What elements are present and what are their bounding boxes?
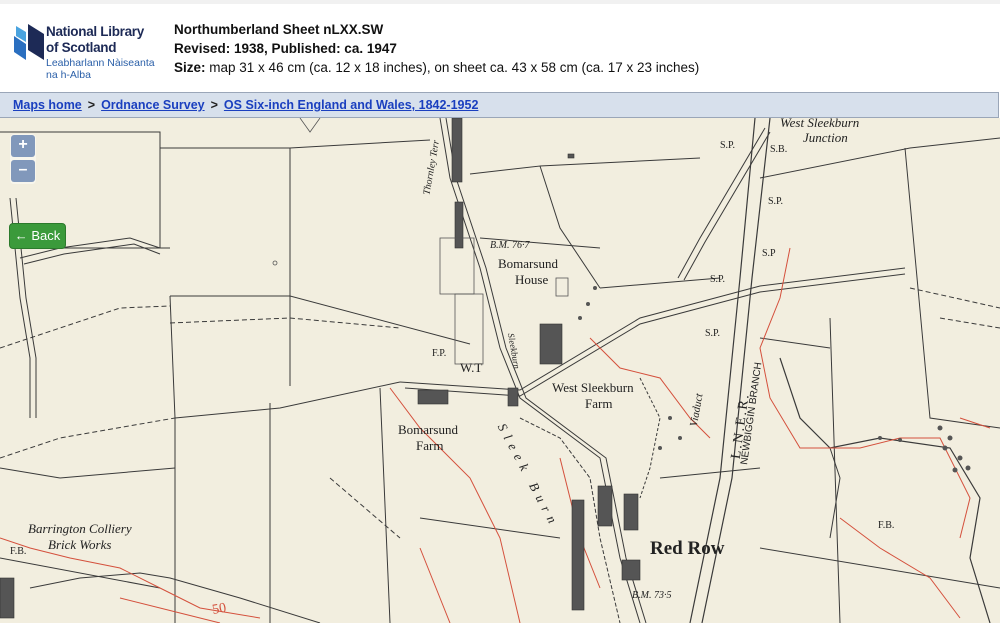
label-bm-73-5: B.M. 73·5: [632, 590, 672, 601]
label-barrington-colliery: Barrington Colliery: [28, 521, 132, 536]
label-bm-76-7: B.M. 76·7: [490, 240, 530, 251]
nls-logo[interactable]: National Library of Scotland Leabharlann…: [14, 18, 155, 84]
label-sp-3: S.P: [762, 248, 776, 259]
label-sp-1: S.P.: [720, 140, 736, 151]
label-red-row: Red Row: [650, 538, 725, 559]
label-sp-2: S.P.: [768, 196, 784, 207]
label-fb-1: F.B.: [10, 546, 27, 557]
label-bomarsund-farm-1: Bomarsund: [398, 422, 458, 437]
label-west-sleekburn-farm-1: West Sleekburn: [552, 380, 634, 395]
label-fb-2: F.B.: [878, 520, 895, 531]
breadcrumb-maps-home[interactable]: Maps home: [13, 98, 82, 112]
label-bomarsund-house-1: Bomarsund: [498, 256, 558, 271]
logo-text-line3: Leabharlann Nàiseanta: [46, 57, 155, 69]
label-bomarsund-farm-2: Farm: [416, 438, 444, 453]
sheet-size-label: Size:: [174, 60, 206, 75]
label-sp-4: S.P.: [710, 274, 726, 285]
breadcrumb-os-six-inch[interactable]: OS Six-inch England and Wales, 1842-1952: [224, 98, 479, 112]
zoom-in-button[interactable]: +: [11, 135, 35, 157]
label-sb: S.B.: [770, 144, 788, 155]
breadcrumb-ordnance-survey[interactable]: Ordnance Survey: [101, 98, 205, 112]
logo-text-line2: of Scotland: [46, 40, 117, 55]
label-fp-1: F.P.: [432, 348, 447, 359]
label-brick-works: Brick Works: [48, 537, 112, 552]
nls-logo-icon: [14, 24, 44, 60]
label-sp-5: S.P.: [705, 328, 721, 339]
label-junction: Junction: [803, 130, 848, 145]
contour-50-label: 50: [211, 601, 227, 618]
sheet-info: Northumberland Sheet nLXX.SW Revised: 19…: [174, 20, 699, 77]
label-wt: W.T: [460, 360, 483, 375]
header: National Library of Scotland Leabharlann…: [0, 4, 1000, 92]
logo-text-line1: National Library: [46, 24, 144, 39]
sheet-size-text: map 31 x 46 cm (ca. 12 x 18 inches), on …: [209, 60, 700, 75]
map-viewport[interactable]: 50 West Sleekburn Junction S.P. S.B. S.P…: [0, 118, 1000, 623]
breadcrumb-separator: >: [210, 98, 218, 112]
zoom-out-button[interactable]: –: [11, 160, 35, 182]
back-button[interactable]: ← Back: [9, 223, 66, 249]
sheet-revised: Revised: 1938, Published: ca. 1947: [174, 41, 397, 56]
breadcrumb: Maps home > Ordnance Survey > OS Six-inch En…: [0, 92, 999, 118]
zoom-control: + –: [10, 134, 36, 184]
logo-text-line4: na h-Alba: [46, 69, 91, 81]
sheet-title: Northumberland Sheet nLXX.SW: [174, 22, 384, 37]
label-bomarsund-house-2: House: [515, 272, 549, 287]
breadcrumb-separator: >: [87, 98, 96, 112]
map-drawing: 50: [0, 118, 1000, 623]
label-west-sleekburn-farm-2: Farm: [585, 396, 613, 411]
